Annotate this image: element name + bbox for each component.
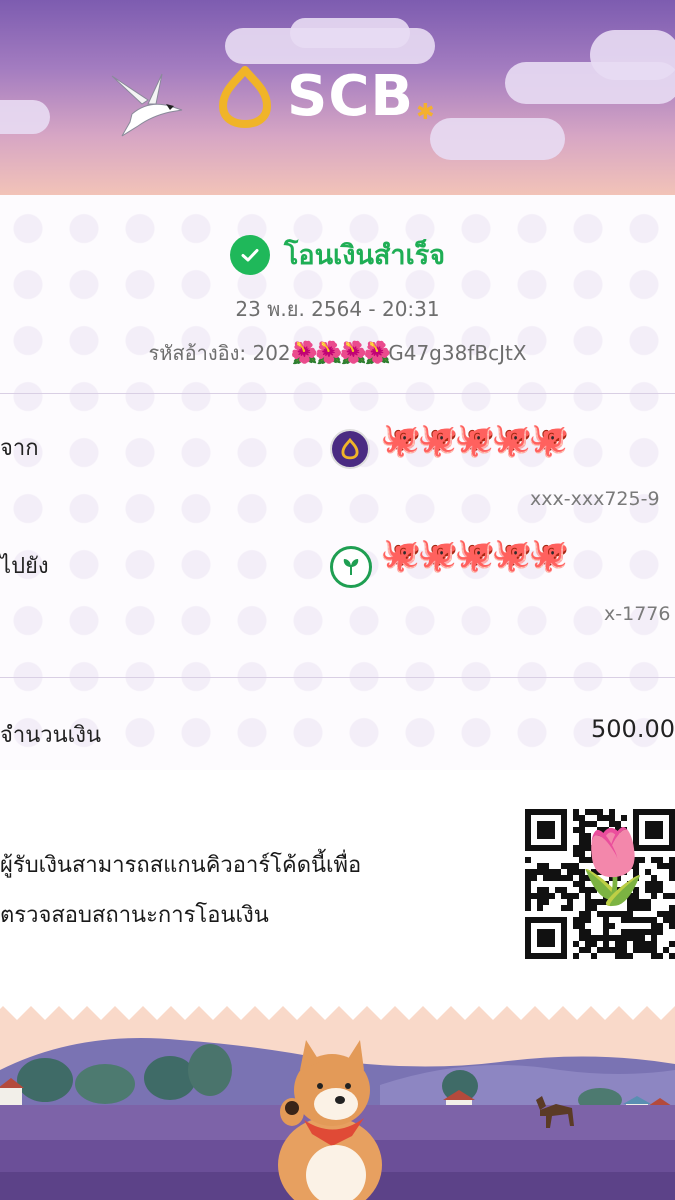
- scb-logo: SCB ✱: [215, 62, 435, 132]
- check-circle-icon: [229, 234, 270, 275]
- amount-value: 500.00: [591, 715, 675, 743]
- qr-instruction-line-2: ตรวจสอบสถานะการโอนเงิน: [0, 903, 269, 928]
- cloud: [430, 118, 565, 160]
- reference-suffix: G47g38fBcJtX: [388, 341, 527, 365]
- sparkle-icon: ✱: [416, 99, 435, 125]
- verification-qr-code[interactable]: 🌷: [524, 808, 675, 960]
- receipt-body: โอนเงินสำเร็จ 23 พ.ย. 2564 - 20:31 รหัสอ…: [0, 195, 675, 770]
- qr-instruction-line-1: ผู้รับเงินสามารถสแกนคิวอาร์โค้ดนี้เพื่อ: [0, 853, 362, 878]
- cloud: [0, 100, 50, 134]
- cloud: [590, 30, 675, 80]
- tulip-icon: 🌷: [568, 824, 658, 908]
- divider: [0, 677, 675, 678]
- scb-logo-mark-icon: [219, 66, 271, 128]
- bird-icon: [111, 73, 183, 137]
- status-text: โอนเงินสำเร็จ: [283, 240, 446, 271]
- landscape-illustration: [0, 1000, 675, 1200]
- kbank-icon: [330, 546, 372, 588]
- brand-name: SCB: [287, 64, 415, 129]
- cloud: [290, 18, 410, 48]
- reference-prefix: รหัสอ้างอิง: 202: [148, 341, 291, 365]
- amount-label: จำนวนเงิน: [0, 723, 101, 748]
- scb-bank-icon: [330, 429, 370, 469]
- reference-code: รหัสอ้างอิง: 202🌺🌺🌺🌺G47g38fBcJtX: [0, 337, 675, 369]
- divider: [0, 393, 675, 394]
- transfer-status: โอนเงินสำเร็จ: [0, 233, 675, 276]
- reference-masked: 🌺🌺🌺🌺: [290, 341, 392, 366]
- recipient-name-masked: 🐙🐙🐙🐙🐙: [380, 535, 569, 574]
- decorative-landscape: [0, 1000, 675, 1200]
- sender-name-masked: 🐙🐙🐙🐙🐙: [380, 420, 569, 459]
- sender-account: xxx-xxx725-9: [530, 488, 660, 510]
- to-label: ไปยัง: [0, 554, 49, 579]
- transaction-datetime: 23 พ.ย. 2564 - 20:31: [235, 297, 440, 321]
- recipient-account: x-1776: [604, 603, 671, 625]
- receipt-header: SCB ✱: [0, 0, 675, 195]
- from-label: จาก: [0, 436, 39, 461]
